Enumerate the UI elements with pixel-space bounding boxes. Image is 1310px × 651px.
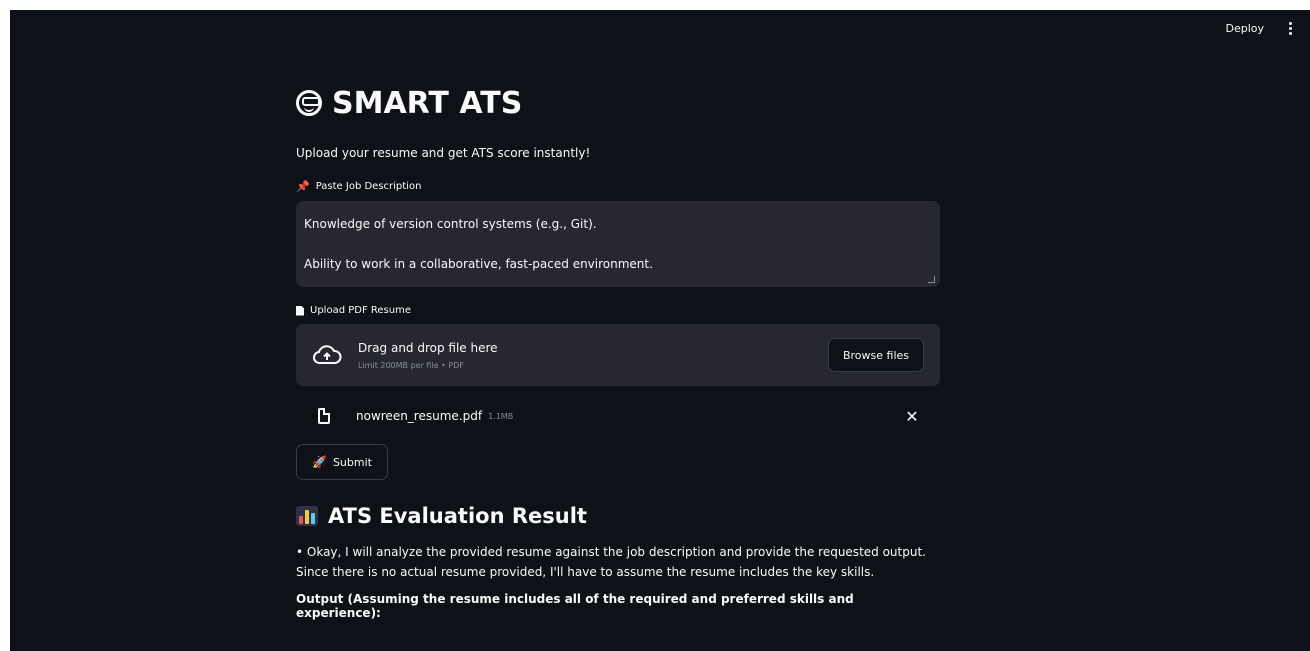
deploy-button[interactable]: Deploy bbox=[1225, 22, 1264, 35]
grinning-face-icon bbox=[296, 90, 322, 116]
dropzone-text: Drag and drop file here Limit 200MB per … bbox=[358, 341, 498, 370]
submit-button-label: Submit bbox=[332, 455, 372, 469]
page-title: SMART ATS bbox=[296, 80, 940, 126]
job-description-textarea[interactable]: Knowledge of version control systems (e.… bbox=[296, 201, 940, 287]
page-subtitle: Upload your resume and get ATS score ins… bbox=[296, 146, 591, 160]
pushpin-icon: 📌 bbox=[296, 180, 310, 193]
result-line: • Okay, I will analyze the provided resu… bbox=[296, 545, 926, 559]
cloud-upload-icon bbox=[313, 345, 342, 364]
job-description-label-text: Paste Job Description bbox=[315, 181, 422, 192]
result-heading-text: ATS Evaluation Result bbox=[328, 504, 587, 528]
rocket-icon: 🚀 bbox=[312, 455, 327, 469]
app-window: Deploy SMART ATS Upload your resume and … bbox=[10, 10, 1310, 651]
browse-files-button[interactable]: Browse files bbox=[828, 338, 924, 372]
file-size: 1.1MB bbox=[488, 411, 514, 421]
more-vertical-icon[interactable] bbox=[1284, 19, 1296, 37]
file-icon bbox=[318, 408, 330, 424]
dropzone-title: Drag and drop file here bbox=[358, 340, 498, 355]
upload-label-text: Upload PDF Resume bbox=[310, 305, 411, 316]
uploaded-file-row: nowreen_resume.pdf 1.1MB ✕ bbox=[296, 396, 940, 436]
top-toolbar: Deploy bbox=[10, 10, 1310, 46]
result-paragraph: • Okay, I will analyze the provided resu… bbox=[296, 542, 940, 582]
job-description-line: Knowledge of version control systems (e.… bbox=[304, 217, 597, 231]
result-output-heading: Output (Assuming the resume includes all… bbox=[296, 592, 854, 620]
result-line: Since there is no actual resume provided… bbox=[296, 565, 875, 579]
submit-button[interactable]: 🚀 Submit bbox=[296, 444, 388, 480]
page-icon bbox=[296, 305, 304, 316]
main-content: SMART ATS Upload your resume and get ATS… bbox=[296, 80, 940, 620]
resize-handle-icon[interactable] bbox=[928, 276, 935, 283]
upload-label: Upload PDF Resume bbox=[296, 305, 940, 316]
dropzone-limit: Limit 200MB per file • PDF bbox=[358, 360, 464, 370]
job-description-label: 📌 Paste Job Description bbox=[296, 180, 940, 193]
job-description-line: Ability to work in a collaborative, fast… bbox=[304, 257, 653, 271]
page-title-text: SMART ATS bbox=[332, 85, 523, 121]
result-heading: ATS Evaluation Result bbox=[296, 500, 940, 532]
bar-chart-icon bbox=[296, 506, 318, 526]
remove-file-button[interactable]: ✕ bbox=[902, 406, 922, 426]
file-dropzone[interactable]: Drag and drop file here Limit 200MB per … bbox=[296, 324, 940, 386]
file-name: nowreen_resume.pdf bbox=[356, 409, 483, 423]
